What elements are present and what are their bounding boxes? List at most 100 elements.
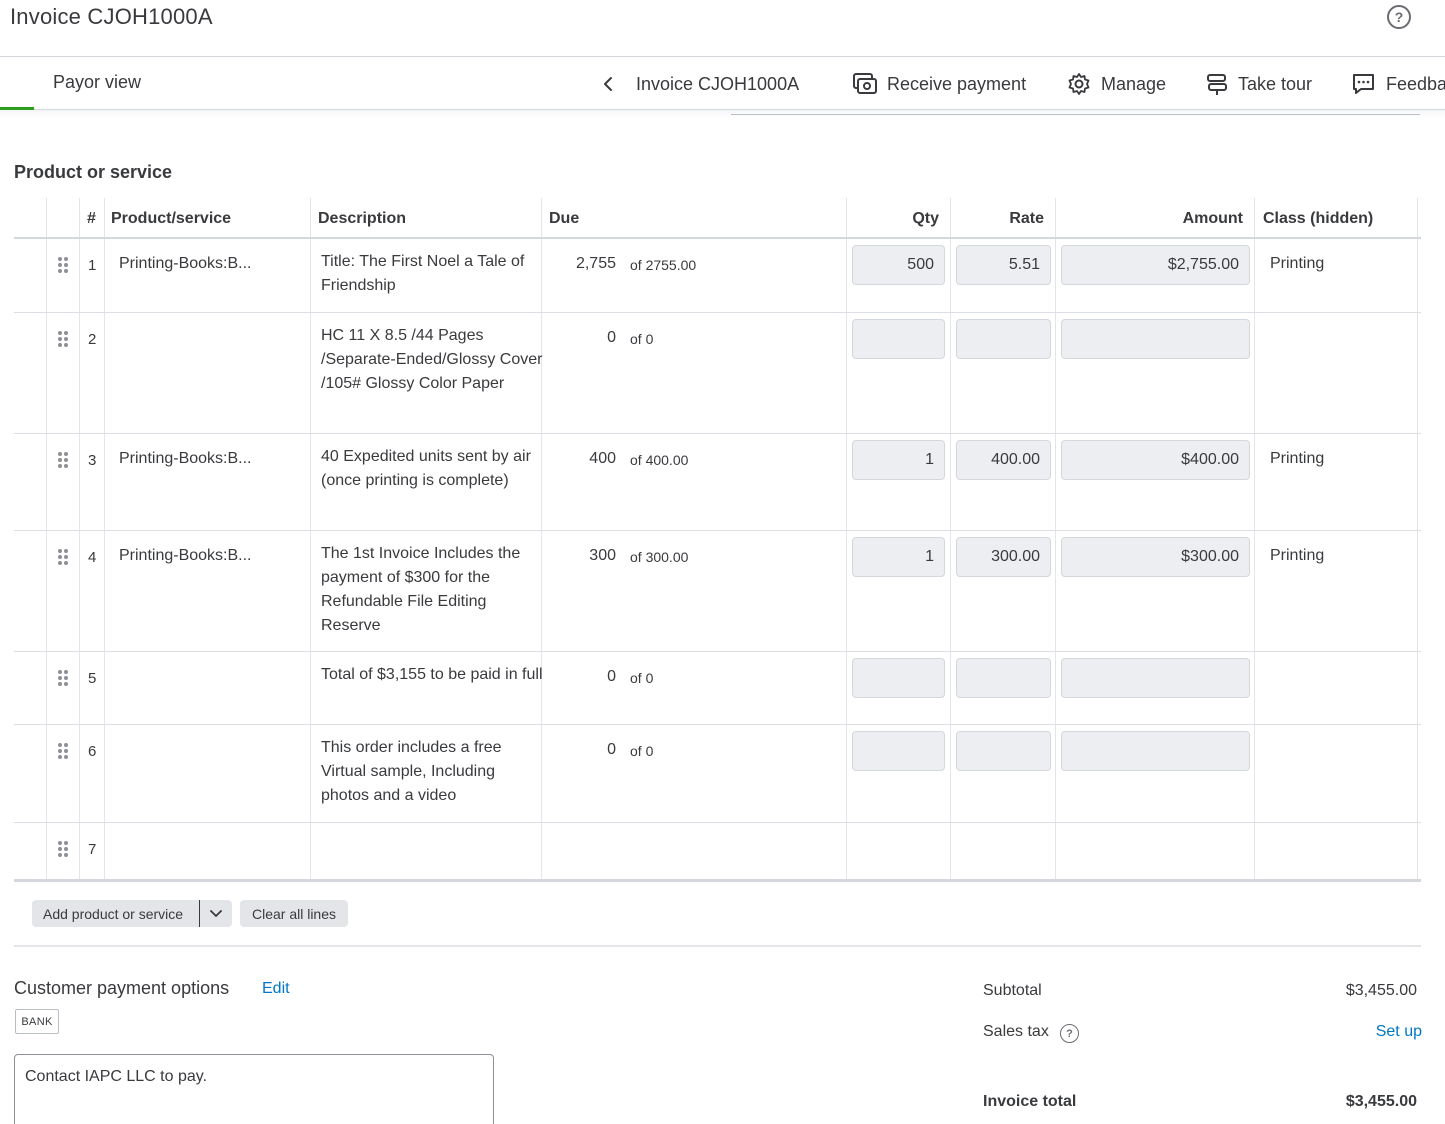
table-row[interactable]: 3 Printing-Books:B... 40 Expedited units… [14, 434, 1421, 531]
table-row[interactable]: 1 Printing-Books:B... Title: The First N… [14, 239, 1421, 313]
due-of-text: of 300.00 [630, 549, 689, 565]
column-header-due[interactable]: Due [549, 198, 579, 239]
table-row[interactable]: 6 This order includes a free Virtual sam… [14, 725, 1421, 823]
chevron-left-icon[interactable] [602, 76, 614, 92]
amount-field[interactable] [1061, 658, 1250, 698]
rate-field[interactable]: 5.51 [956, 245, 1051, 285]
payment-memo-textarea[interactable]: Contact IAPC LLC to pay. [14, 1054, 494, 1124]
rate-field[interactable] [956, 658, 1051, 698]
page-title: Invoice CJOH1000A [10, 4, 213, 29]
qty-field[interactable] [852, 658, 945, 698]
help-icon[interactable]: ? [1387, 5, 1411, 29]
column-header-rate[interactable]: Rate [950, 198, 1044, 239]
invoice-nav-label: Invoice CJOH1000A [636, 73, 800, 94]
row-number: 6 [88, 743, 97, 760]
divider [14, 945, 1421, 947]
product-cell[interactable]: Printing-Books:B... [119, 450, 252, 468]
rate-field[interactable] [956, 319, 1051, 359]
drag-handle-icon[interactable] [58, 743, 68, 759]
drag-handle-icon[interactable] [58, 331, 68, 347]
bank-badge: BANK [15, 1009, 59, 1034]
table-row[interactable]: 7 [14, 823, 1421, 880]
due-value[interactable]: 0 [536, 668, 616, 686]
sales-tax-setup-link[interactable]: Set up [1376, 1023, 1422, 1041]
column-header-description[interactable]: Description [318, 198, 406, 239]
column-header-amount[interactable]: Amount [1055, 198, 1243, 239]
class-cell[interactable]: Printing [1270, 547, 1324, 565]
due-of-text: of 0 [630, 670, 654, 686]
qty-field[interactable] [852, 319, 945, 359]
description-cell[interactable]: The 1st Invoice Includes the payment of … [321, 542, 543, 638]
column-header-qty[interactable]: Qty [846, 198, 939, 239]
due-of-text: of 2755.00 [630, 257, 697, 273]
due-value[interactable]: 0 [536, 741, 616, 759]
description-cell[interactable]: HC 11 X 8.5 /44 Pages /Separate-Ended/Gl… [321, 324, 543, 396]
invoice-nav-button[interactable]: Invoice CJOH1000A [636, 70, 799, 98]
table-row[interactable]: 4 Printing-Books:B... The 1st Invoice In… [14, 531, 1421, 652]
receive-payment-label: Receive payment [887, 73, 1027, 94]
product-cell[interactable]: Printing-Books:B... [119, 255, 252, 273]
row-number: 4 [88, 549, 97, 566]
subtotal-value: $3,455.00 [1345, 982, 1417, 999]
class-cell[interactable]: Printing [1270, 450, 1324, 468]
take-tour-label: Take tour [1238, 73, 1313, 94]
clear-all-lines-button[interactable]: Clear all lines [240, 900, 348, 927]
due-value[interactable]: 2,755 [536, 255, 616, 273]
amount-field[interactable]: $2,755.00 [1061, 245, 1250, 285]
row-number: 7 [88, 841, 97, 858]
amount-field[interactable] [1061, 319, 1250, 359]
qty-field[interactable]: 500 [852, 245, 945, 285]
divider [731, 114, 1420, 115]
table-row[interactable]: 5 Total of $3,155 to be paid in full 0 o… [14, 652, 1421, 725]
qty-field[interactable]: 1 [852, 440, 945, 480]
qty-field[interactable] [852, 731, 945, 771]
table-row[interactable]: 2 HC 11 X 8.5 /44 Pages /Separate-Ended/… [14, 313, 1421, 434]
due-of-text: of 0 [630, 743, 654, 759]
amount-field[interactable] [1061, 731, 1250, 771]
amount-field[interactable]: $300.00 [1061, 537, 1250, 577]
table-bottom-border [14, 879, 1421, 882]
rate-field[interactable]: 400.00 [956, 440, 1051, 480]
add-product-button[interactable]: Add product or service [32, 906, 199, 922]
drag-handle-icon[interactable] [58, 257, 68, 273]
column-header-product[interactable]: Product/service [111, 198, 231, 239]
sales-tax-help-icon[interactable]: ? [1060, 1024, 1079, 1043]
add-product-dropdown[interactable] [200, 909, 232, 918]
column-header-class[interactable]: Class (hidden) [1263, 198, 1373, 239]
description-cell[interactable]: This order includes a free Virtual sampl… [321, 736, 543, 808]
chevron-down-icon [210, 909, 222, 917]
description-cell[interactable]: 40 Expedited units sent by air (once pri… [321, 445, 543, 493]
row-number: 1 [88, 257, 97, 274]
subtotal-label: Subtotal [983, 982, 1042, 999]
rate-field[interactable]: 300.00 [956, 537, 1051, 577]
class-cell[interactable]: Printing [1270, 255, 1324, 273]
customer-payment-options-title: Customer payment options [14, 978, 230, 998]
rate-field[interactable] [956, 731, 1051, 771]
product-cell[interactable]: Printing-Books:B... [119, 547, 252, 565]
description-cell[interactable]: Title: The First Noel a Tale of Friendsh… [321, 250, 543, 298]
description-cell[interactable]: Total of $3,155 to be paid in full [321, 663, 543, 687]
row-number: 2 [88, 331, 97, 348]
table-header: # Product/service Description Due Qty Ra… [14, 198, 1421, 239]
receive-payment-button[interactable]: Receive payment [852, 70, 1026, 98]
feedback-button[interactable]: Feedba [1351, 70, 1445, 98]
feedback-label: Feedba [1386, 73, 1445, 94]
qty-field[interactable]: 1 [852, 537, 945, 577]
drag-handle-icon[interactable] [58, 670, 68, 686]
due-value[interactable]: 400 [536, 450, 616, 468]
clear-all-lines-label: Clear all lines [251, 905, 337, 922]
amount-field[interactable]: $400.00 [1061, 440, 1250, 480]
sales-tax-label: Sales tax [983, 1023, 1049, 1040]
drag-handle-icon[interactable] [58, 452, 68, 468]
due-of-text: of 400.00 [630, 452, 689, 468]
edit-payment-options-link[interactable]: Edit [262, 980, 290, 998]
drag-handle-icon[interactable] [58, 841, 68, 857]
due-value[interactable]: 0 [536, 329, 616, 347]
manage-button[interactable]: Manage [1067, 70, 1166, 98]
due-value[interactable]: 300 [536, 547, 616, 565]
column-header-num[interactable]: # [87, 198, 96, 239]
drag-handle-icon[interactable] [58, 549, 68, 565]
take-tour-button[interactable]: Take tour [1206, 70, 1312, 98]
manage-label: Manage [1101, 73, 1167, 94]
tab-payor-view[interactable]: Payor view [0, 57, 195, 111]
